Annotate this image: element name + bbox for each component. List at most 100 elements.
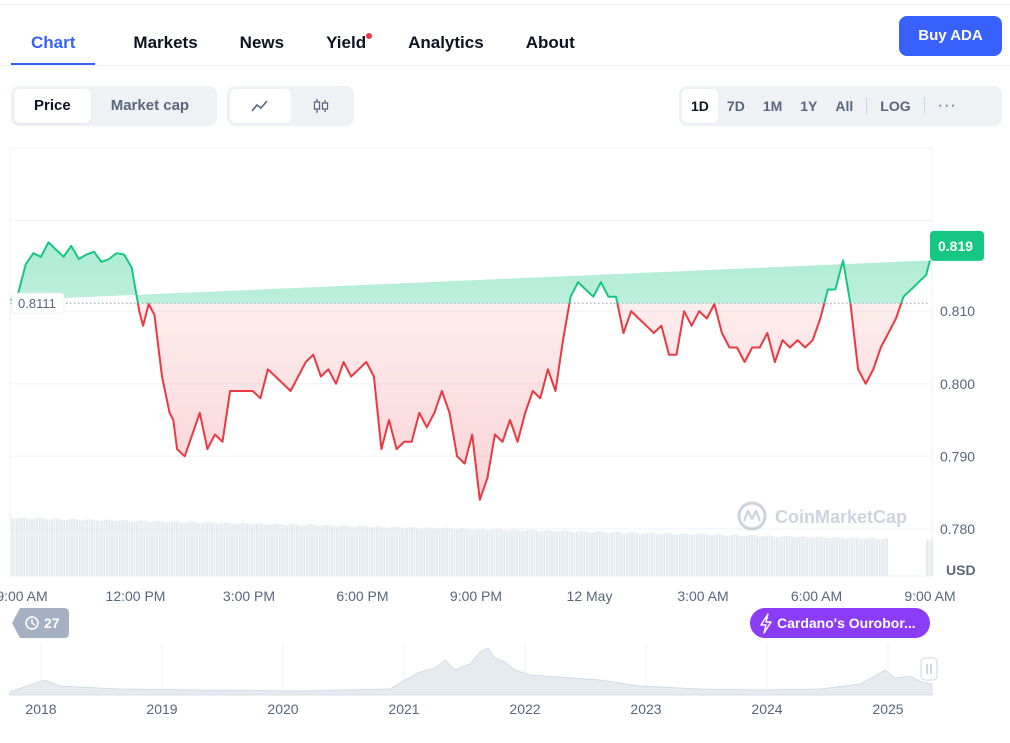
market-cap-option[interactable]: Market cap <box>91 89 209 123</box>
tab-about[interactable]: About <box>526 22 575 66</box>
volume-bar <box>61 519 63 576</box>
volume-bar <box>373 526 376 576</box>
top-divider <box>0 4 1010 5</box>
range-1m[interactable]: 1M <box>754 89 791 123</box>
tab-news[interactable]: News <box>240 22 284 66</box>
volume-bar <box>831 537 833 576</box>
log-scale-button[interactable]: LOG <box>871 89 919 123</box>
range-all[interactable]: All <box>826 89 862 123</box>
tab-analytics[interactable]: Analytics <box>408 22 484 66</box>
volume-bar <box>386 527 388 576</box>
volume-bar <box>858 538 861 576</box>
tab-bar: Chart Markets News Yield Analytics About <box>11 22 617 66</box>
price-option[interactable]: Price <box>14 89 91 123</box>
volume-bar <box>856 537 858 576</box>
volume-bar <box>826 538 828 576</box>
volume-bar <box>366 526 368 576</box>
tab-markets[interactable]: Markets <box>133 22 197 66</box>
volume-bar <box>676 534 678 576</box>
volume-bar <box>196 522 198 576</box>
volume-bar <box>476 528 478 576</box>
volume-bar <box>278 523 281 576</box>
more-options-icon[interactable]: ··· <box>929 97 966 115</box>
volume-bar <box>468 529 471 576</box>
volume-bar <box>813 537 816 576</box>
volume-bar <box>323 525 326 576</box>
volume-bar <box>718 534 721 576</box>
volume-bar <box>841 537 843 576</box>
volume-bar <box>98 520 101 576</box>
buy-ada-button[interactable]: Buy ADA <box>899 16 1002 56</box>
volume-bar <box>266 524 268 576</box>
range-1y[interactable]: 1Y <box>791 89 826 123</box>
volume-bar <box>371 527 373 576</box>
notification-dot-icon <box>366 33 373 39</box>
volume-bar <box>448 528 451 576</box>
tab-yield[interactable]: Yield <box>326 22 373 66</box>
volume-bar <box>103 519 106 576</box>
tab-chart[interactable]: Chart <box>11 22 96 66</box>
x-tick-label: 9:00 PM <box>450 588 502 604</box>
volume-bar <box>626 533 628 576</box>
volume-bar <box>273 523 276 576</box>
volume-bar <box>238 523 241 576</box>
volume-bar <box>431 527 433 576</box>
volume-bar <box>108 519 111 576</box>
watermark-text: CoinMarketCap <box>775 507 907 527</box>
volume-bar <box>638 533 641 576</box>
volume-bar <box>318 526 321 576</box>
volume-bar <box>88 519 91 576</box>
volume-bar <box>338 526 341 576</box>
volume-bar <box>153 521 156 576</box>
volume-bar <box>881 539 883 576</box>
volume-bar <box>931 540 933 576</box>
range-7d[interactable]: 7D <box>718 89 754 123</box>
volume-bar <box>158 520 161 576</box>
volume-bar <box>598 531 601 576</box>
candlestick-icon <box>313 99 328 113</box>
volume-bar <box>161 521 163 576</box>
volume-bar <box>543 530 546 576</box>
volume-bar <box>391 526 393 576</box>
volume-bar <box>671 533 673 576</box>
volume-bar <box>596 531 598 576</box>
price-chart[interactable]: 0.8111 0.780 0.790 0.800 0.810 USD 0.819 Co… <box>0 140 1010 740</box>
candlestick-button[interactable] <box>291 89 352 123</box>
navigator-handle[interactable] <box>920 657 938 681</box>
history-badge[interactable]: 27 <box>12 608 69 638</box>
volume-bar <box>136 520 138 576</box>
volume-bar <box>613 531 616 576</box>
volume-bar <box>616 531 618 576</box>
event-badge[interactable]: Cardano's Ourobor... <box>750 608 930 638</box>
volume-bar <box>553 531 556 576</box>
volume-bar <box>528 529 531 576</box>
volume-bar <box>753 535 756 576</box>
volume-bar <box>821 536 823 576</box>
volume-bar <box>698 533 701 576</box>
volume-bar <box>201 523 203 576</box>
current-price-value: 0.819 <box>938 238 973 254</box>
volume-bar <box>421 528 423 576</box>
volume-bar <box>523 530 526 576</box>
volume-bar <box>183 522 186 576</box>
volume-bar <box>71 518 73 576</box>
volume-bar <box>853 537 856 576</box>
volume-bar <box>221 522 223 576</box>
navigator-year-label: 2020 <box>267 701 298 717</box>
volume-bar <box>466 528 468 576</box>
history-count: 27 <box>44 615 60 631</box>
volume-bar <box>226 522 228 576</box>
volume-bar <box>403 528 406 576</box>
range-1d[interactable]: 1D <box>682 89 718 123</box>
volume-bar <box>206 522 208 576</box>
volume-bar <box>873 538 876 576</box>
volume-bar <box>281 524 283 576</box>
volume-bar <box>583 531 586 576</box>
volume-bar <box>46 519 48 576</box>
volume-bar <box>656 533 658 576</box>
line-chart-button[interactable] <box>230 89 291 123</box>
range-navigator[interactable]: 2018 2019 2020 2021 2022 2023 2024 2025 <box>9 643 938 717</box>
volume-bar <box>686 533 688 576</box>
line-chart-icon <box>251 100 268 112</box>
volume-bar <box>566 530 568 576</box>
